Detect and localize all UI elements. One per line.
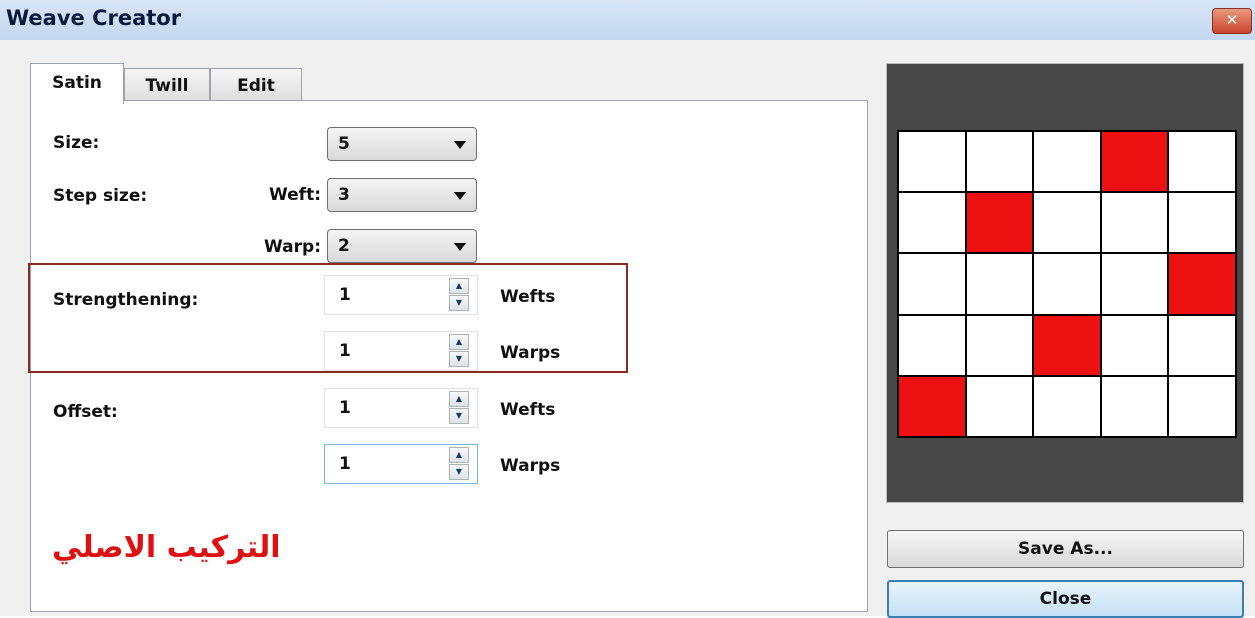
- weave-cell[interactable]: [1169, 315, 1235, 375]
- offset-warps-value: 1: [339, 454, 351, 474]
- spin-down-icon[interactable]: ▼: [449, 464, 469, 480]
- dropdown-arrow-icon: [454, 243, 466, 251]
- weave-cell-filled[interactable]: [966, 193, 1033, 253]
- offset-wefts-value: 1: [339, 398, 351, 418]
- weave-cell[interactable]: [1101, 193, 1168, 253]
- strengthening-wefts-value: 1: [339, 285, 351, 305]
- tab-edit[interactable]: Edit: [210, 68, 302, 104]
- offset-wefts-spinner[interactable]: 1 ▲ ▼: [324, 388, 478, 428]
- weave-cell[interactable]: [1169, 193, 1235, 253]
- weave-cell[interactable]: [966, 376, 1033, 436]
- close-button[interactable]: Close: [887, 580, 1244, 618]
- warp-step-select[interactable]: 2: [327, 229, 477, 263]
- weave-cell-filled[interactable]: [1034, 315, 1100, 375]
- weave-cell[interactable]: [1034, 193, 1100, 253]
- weave-cell[interactable]: [1101, 315, 1168, 375]
- warp-label: Warp:: [264, 237, 321, 257]
- size-label: Size:: [53, 133, 100, 153]
- weave-cell-filled[interactable]: [1169, 254, 1235, 314]
- strengthening-warps-unit: Warps: [500, 343, 561, 363]
- weave-cell[interactable]: [1169, 376, 1235, 436]
- offset-warps-unit: Warps: [500, 456, 561, 476]
- weft-step-value: 3: [338, 185, 350, 205]
- weave-cell-filled[interactable]: [899, 376, 965, 436]
- window-close-button[interactable]: ✕: [1212, 8, 1252, 34]
- weave-cell[interactable]: [899, 193, 965, 253]
- weave-cell-filled[interactable]: [1101, 132, 1168, 192]
- weave-cell[interactable]: [899, 132, 965, 192]
- arabic-caption: التركيب الاصلي: [52, 530, 281, 565]
- spin-up-icon[interactable]: ▲: [449, 334, 469, 350]
- weave-cell[interactable]: [1034, 376, 1100, 436]
- weave-cell[interactable]: [1169, 132, 1235, 192]
- step-size-label: Step size:: [53, 186, 148, 206]
- spin-down-icon[interactable]: ▼: [449, 351, 469, 367]
- weft-step-select[interactable]: 3: [327, 178, 477, 212]
- weave-cell[interactable]: [899, 315, 965, 375]
- weave-cell[interactable]: [1101, 376, 1168, 436]
- dropdown-arrow-icon: [454, 192, 466, 200]
- weave-preview: [886, 63, 1244, 503]
- weave-cell[interactable]: [899, 254, 965, 314]
- weave-cell[interactable]: [966, 132, 1033, 192]
- strengthening-warps-spinner[interactable]: 1 ▲ ▼: [324, 331, 478, 371]
- offset-warps-spinner[interactable]: 1 ▲ ▼: [324, 444, 478, 484]
- size-select-value: 5: [338, 134, 350, 154]
- tab-satin[interactable]: Satin: [30, 63, 124, 104]
- weft-label: Weft:: [269, 185, 321, 205]
- title-bar: Weave Creator ✕: [0, 0, 1255, 40]
- weave-cell[interactable]: [1034, 254, 1100, 314]
- spin-up-icon[interactable]: ▲: [449, 447, 469, 463]
- strengthening-warps-value: 1: [339, 341, 351, 361]
- weave-cell[interactable]: [966, 254, 1033, 314]
- window-title: Weave Creator: [6, 6, 182, 30]
- strengthening-label: Strengthening:: [53, 290, 199, 310]
- weave-cell[interactable]: [966, 315, 1033, 375]
- strengthening-wefts-unit: Wefts: [500, 287, 556, 307]
- dropdown-arrow-icon: [454, 141, 466, 149]
- weave-cell[interactable]: [1034, 132, 1100, 192]
- offset-label: Offset:: [53, 402, 118, 422]
- size-select[interactable]: 5: [327, 127, 477, 161]
- spin-up-icon[interactable]: ▲: [449, 391, 469, 407]
- spin-down-icon[interactable]: ▼: [449, 295, 469, 311]
- spin-up-icon[interactable]: ▲: [449, 278, 469, 294]
- save-as-button[interactable]: Save As...: [887, 530, 1244, 568]
- warp-step-value: 2: [338, 236, 350, 256]
- weave-grid[interactable]: [897, 130, 1237, 438]
- spin-down-icon[interactable]: ▼: [449, 408, 469, 424]
- weave-cell[interactable]: [1101, 254, 1168, 314]
- tab-twill[interactable]: Twill: [124, 68, 210, 104]
- offset-wefts-unit: Wefts: [500, 400, 556, 420]
- strengthening-wefts-spinner[interactable]: 1 ▲ ▼: [324, 275, 478, 315]
